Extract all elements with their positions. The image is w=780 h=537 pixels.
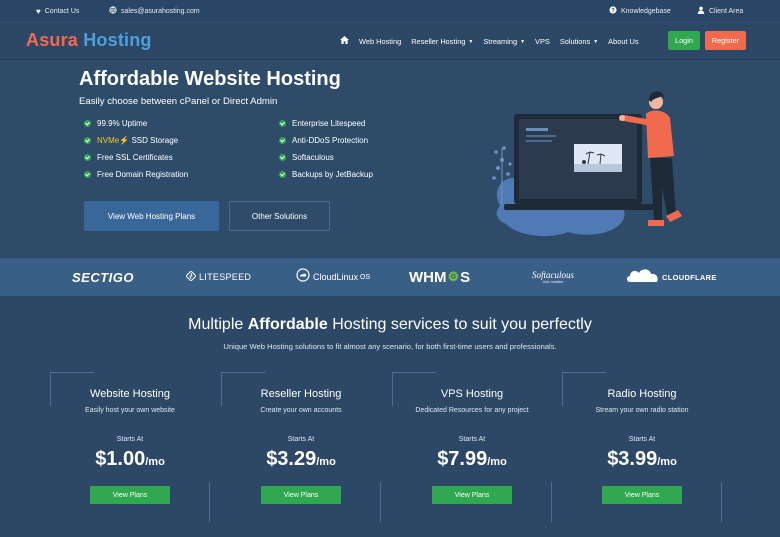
hero-section: Affordable Website Hosting Easily choose… xyxy=(0,60,780,258)
partners-bar: SECTIGO LITESPEED CloudLinux OS WHM ⚙ S … xyxy=(0,258,780,296)
check-icon xyxy=(279,120,286,127)
sectigo-logo: SECTIGO xyxy=(72,269,135,285)
card-starts-label: Starts At xyxy=(287,436,315,443)
services-title: Multiple Affordable Hosting services to … xyxy=(188,316,592,333)
feature-item: Free SSL Certificates xyxy=(84,153,173,162)
hero-illustration xyxy=(492,91,682,237)
hero-title: Affordable Website Hosting xyxy=(79,68,341,90)
other-solutions-button[interactable]: Other Solutions xyxy=(229,201,330,231)
feature-item: Anti-DDoS Protection xyxy=(279,136,368,145)
feature-item: Free Domain Registration xyxy=(84,170,188,179)
check-icon xyxy=(84,154,91,161)
card-description: Easily host your own website xyxy=(85,407,175,414)
heart-icon: ♥ xyxy=(36,6,41,16)
feature-item: NVMe⚡ SSD Storage xyxy=(84,136,178,145)
card-description: Stream your own radio station xyxy=(595,407,689,414)
feature-item: 99.9% Uptime xyxy=(84,119,147,128)
hero-subtitle: Easily choose between cPanel or Direct A… xyxy=(79,96,278,107)
knowledgebase-link[interactable]: ? Knowledgebase xyxy=(609,0,671,22)
service-card-reseller: Reseller Hosting Create your own account… xyxy=(221,372,381,522)
card-description: Dedicated Resources for any project xyxy=(415,407,529,414)
nav-item-web-hosting[interactable]: Web Hosting xyxy=(359,37,401,46)
nav-item-vps[interactable]: VPS xyxy=(535,37,550,46)
view-plans-button[interactable]: View Plans xyxy=(261,486,341,504)
cloud-icon xyxy=(626,267,660,288)
feature-item: Backups by JetBackup xyxy=(279,170,373,179)
main-nav: Asura Hosting Web Hosting Reseller Hosti… xyxy=(0,22,780,60)
softaculous-logo: Softaculous Auto Installer xyxy=(532,270,574,284)
card-title: Website Hosting xyxy=(90,388,170,400)
check-icon xyxy=(279,171,286,178)
caret-down-icon: ▼ xyxy=(520,38,526,45)
gear-icon: ⚙ xyxy=(447,269,460,284)
card-price: $3.99/mo xyxy=(607,448,677,470)
card-price: $7.99/mo xyxy=(437,448,507,470)
globe-icon xyxy=(109,6,117,16)
feature-item: Enterprise Litespeed xyxy=(279,119,365,128)
feature-item: Softaculous xyxy=(279,153,334,162)
brand-logo[interactable]: Asura Hosting xyxy=(26,30,152,51)
card-description: Create your own accounts xyxy=(260,407,342,414)
card-starts-label: Starts At xyxy=(628,436,656,443)
card-title: Radio Hosting xyxy=(607,388,677,400)
nav-item-about-us[interactable]: About Us xyxy=(608,37,638,46)
litespeed-icon xyxy=(185,268,197,286)
litespeed-logo: LITESPEED xyxy=(185,258,251,296)
service-card-website: Website Hosting Easily host your own web… xyxy=(50,372,210,522)
user-icon xyxy=(697,6,705,16)
login-button[interactable]: Login xyxy=(668,31,700,50)
svg-text:?: ? xyxy=(611,8,615,14)
card-starts-label: Starts At xyxy=(458,436,486,443)
cloudlinux-logo: CloudLinux OS xyxy=(296,258,370,296)
whmcs-logo: WHM ⚙ S xyxy=(409,268,471,286)
check-icon xyxy=(84,120,91,127)
contact-link[interactable]: ♥ Contact Us xyxy=(36,0,79,22)
services-section: Multiple Affordable Hosting services to … xyxy=(0,296,780,537)
nav-item-solutions[interactable]: Solutions ▼ xyxy=(560,37,598,46)
nav-item-streaming[interactable]: Streaming ▼ xyxy=(483,37,525,46)
view-plans-button[interactable]: View Plans xyxy=(432,486,512,504)
view-plans-button[interactable]: View Plans xyxy=(90,486,170,504)
cloudflare-logo: CLOUDFLARE xyxy=(626,258,717,296)
home-icon[interactable] xyxy=(340,36,349,46)
service-card-radio: Radio Hosting Stream your own radio stat… xyxy=(562,372,722,522)
services-subtitle: Unique Web Hosting solutions to fit almo… xyxy=(223,342,557,351)
card-title: Reseller Hosting xyxy=(260,388,342,400)
top-bar: ♥ Contact Us sales@asurahosting.com ? Kn… xyxy=(0,0,780,22)
view-web-hosting-plans-button[interactable]: View Web Hosting Plans xyxy=(84,201,219,231)
check-icon xyxy=(279,137,286,144)
card-price: $1.00/mo xyxy=(95,448,165,470)
check-icon xyxy=(84,171,91,178)
card-title: VPS Hosting xyxy=(440,388,504,400)
register-button[interactable]: Register xyxy=(705,31,746,50)
email-link[interactable]: sales@asurahosting.com xyxy=(109,0,200,22)
lightning-icon: ⚡ xyxy=(119,136,130,145)
cloudlinux-icon xyxy=(296,267,310,287)
client-area-link[interactable]: Client Area xyxy=(697,0,743,22)
check-icon xyxy=(279,154,286,161)
caret-down-icon: ▼ xyxy=(593,38,599,45)
card-starts-label: Starts At xyxy=(116,436,144,443)
nav-item-reseller-hosting[interactable]: Reseller Hosting ▼ xyxy=(411,37,473,46)
service-card-vps: VPS Hosting Dedicated Resources for any … xyxy=(392,372,552,522)
check-icon xyxy=(84,137,91,144)
nav-menu: Web Hosting Reseller Hosting ▼ Streaming ▼… xyxy=(340,22,649,60)
caret-down-icon: ▼ xyxy=(468,38,474,45)
view-plans-button[interactable]: View Plans xyxy=(602,486,682,504)
card-price: $3.29/mo xyxy=(266,448,336,470)
question-icon: ? xyxy=(609,6,617,16)
